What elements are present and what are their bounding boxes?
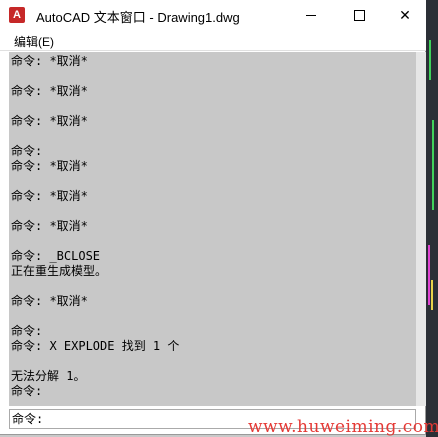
- close-icon: ✕: [399, 7, 411, 24]
- history-line: 命令:: [11, 144, 43, 158]
- menu-bar: 编辑(E): [0, 31, 426, 51]
- cad-entity-line: [432, 120, 434, 210]
- minimize-button[interactable]: [288, 0, 334, 31]
- title-bar[interactable]: A AutoCAD 文本窗口 - Drawing1.dwg ✕: [0, 0, 426, 31]
- cad-entity-line: [429, 40, 431, 80]
- command-prompt: 命令:: [12, 412, 44, 426]
- cad-drawing-background: [426, 0, 438, 437]
- history-line: 命令: *取消*: [11, 54, 88, 68]
- history-line: 命令: _BCLOSE: [11, 249, 101, 263]
- command-history[interactable]: 命令: *取消* 命令: *取消* 命令: *取消* 命令: 命令: *取消* 命令: *…: [9, 52, 416, 406]
- history-line: 正在重生成模型。: [11, 264, 108, 278]
- history-line: 命令: *取消*: [11, 219, 88, 233]
- minimize-icon: [306, 15, 316, 16]
- history-line: 命令: *取消*: [11, 84, 88, 98]
- history-line: 命令:: [11, 324, 43, 338]
- maximize-button[interactable]: [336, 0, 382, 31]
- history-line: 命令: *取消*: [11, 294, 88, 308]
- history-line: 命令: X EXPLODE 找到 1 个: [11, 339, 180, 353]
- close-button[interactable]: ✕: [382, 0, 428, 31]
- cad-entity-line: [428, 245, 430, 305]
- text-window: A AutoCAD 文本窗口 - Drawing1.dwg ✕ 编辑(E) 命令…: [0, 0, 426, 435]
- history-scrollbar[interactable]: [416, 52, 426, 406]
- maximize-icon: [353, 10, 365, 21]
- watermark-text: www.huweiming.com: [248, 417, 438, 437]
- cad-entity-line: [431, 280, 433, 310]
- menu-edit[interactable]: 编辑(E): [14, 33, 54, 50]
- history-line: 命令: *取消*: [11, 159, 88, 173]
- history-line: 无法分解 1。: [11, 369, 86, 383]
- history-line: 命令: *取消*: [11, 189, 88, 203]
- history-line: 命令:: [11, 384, 43, 398]
- window-title: AutoCAD 文本窗口 - Drawing1.dwg: [36, 10, 240, 25]
- autocad-app-icon: A: [9, 7, 25, 23]
- history-line: 命令: *取消*: [11, 114, 88, 128]
